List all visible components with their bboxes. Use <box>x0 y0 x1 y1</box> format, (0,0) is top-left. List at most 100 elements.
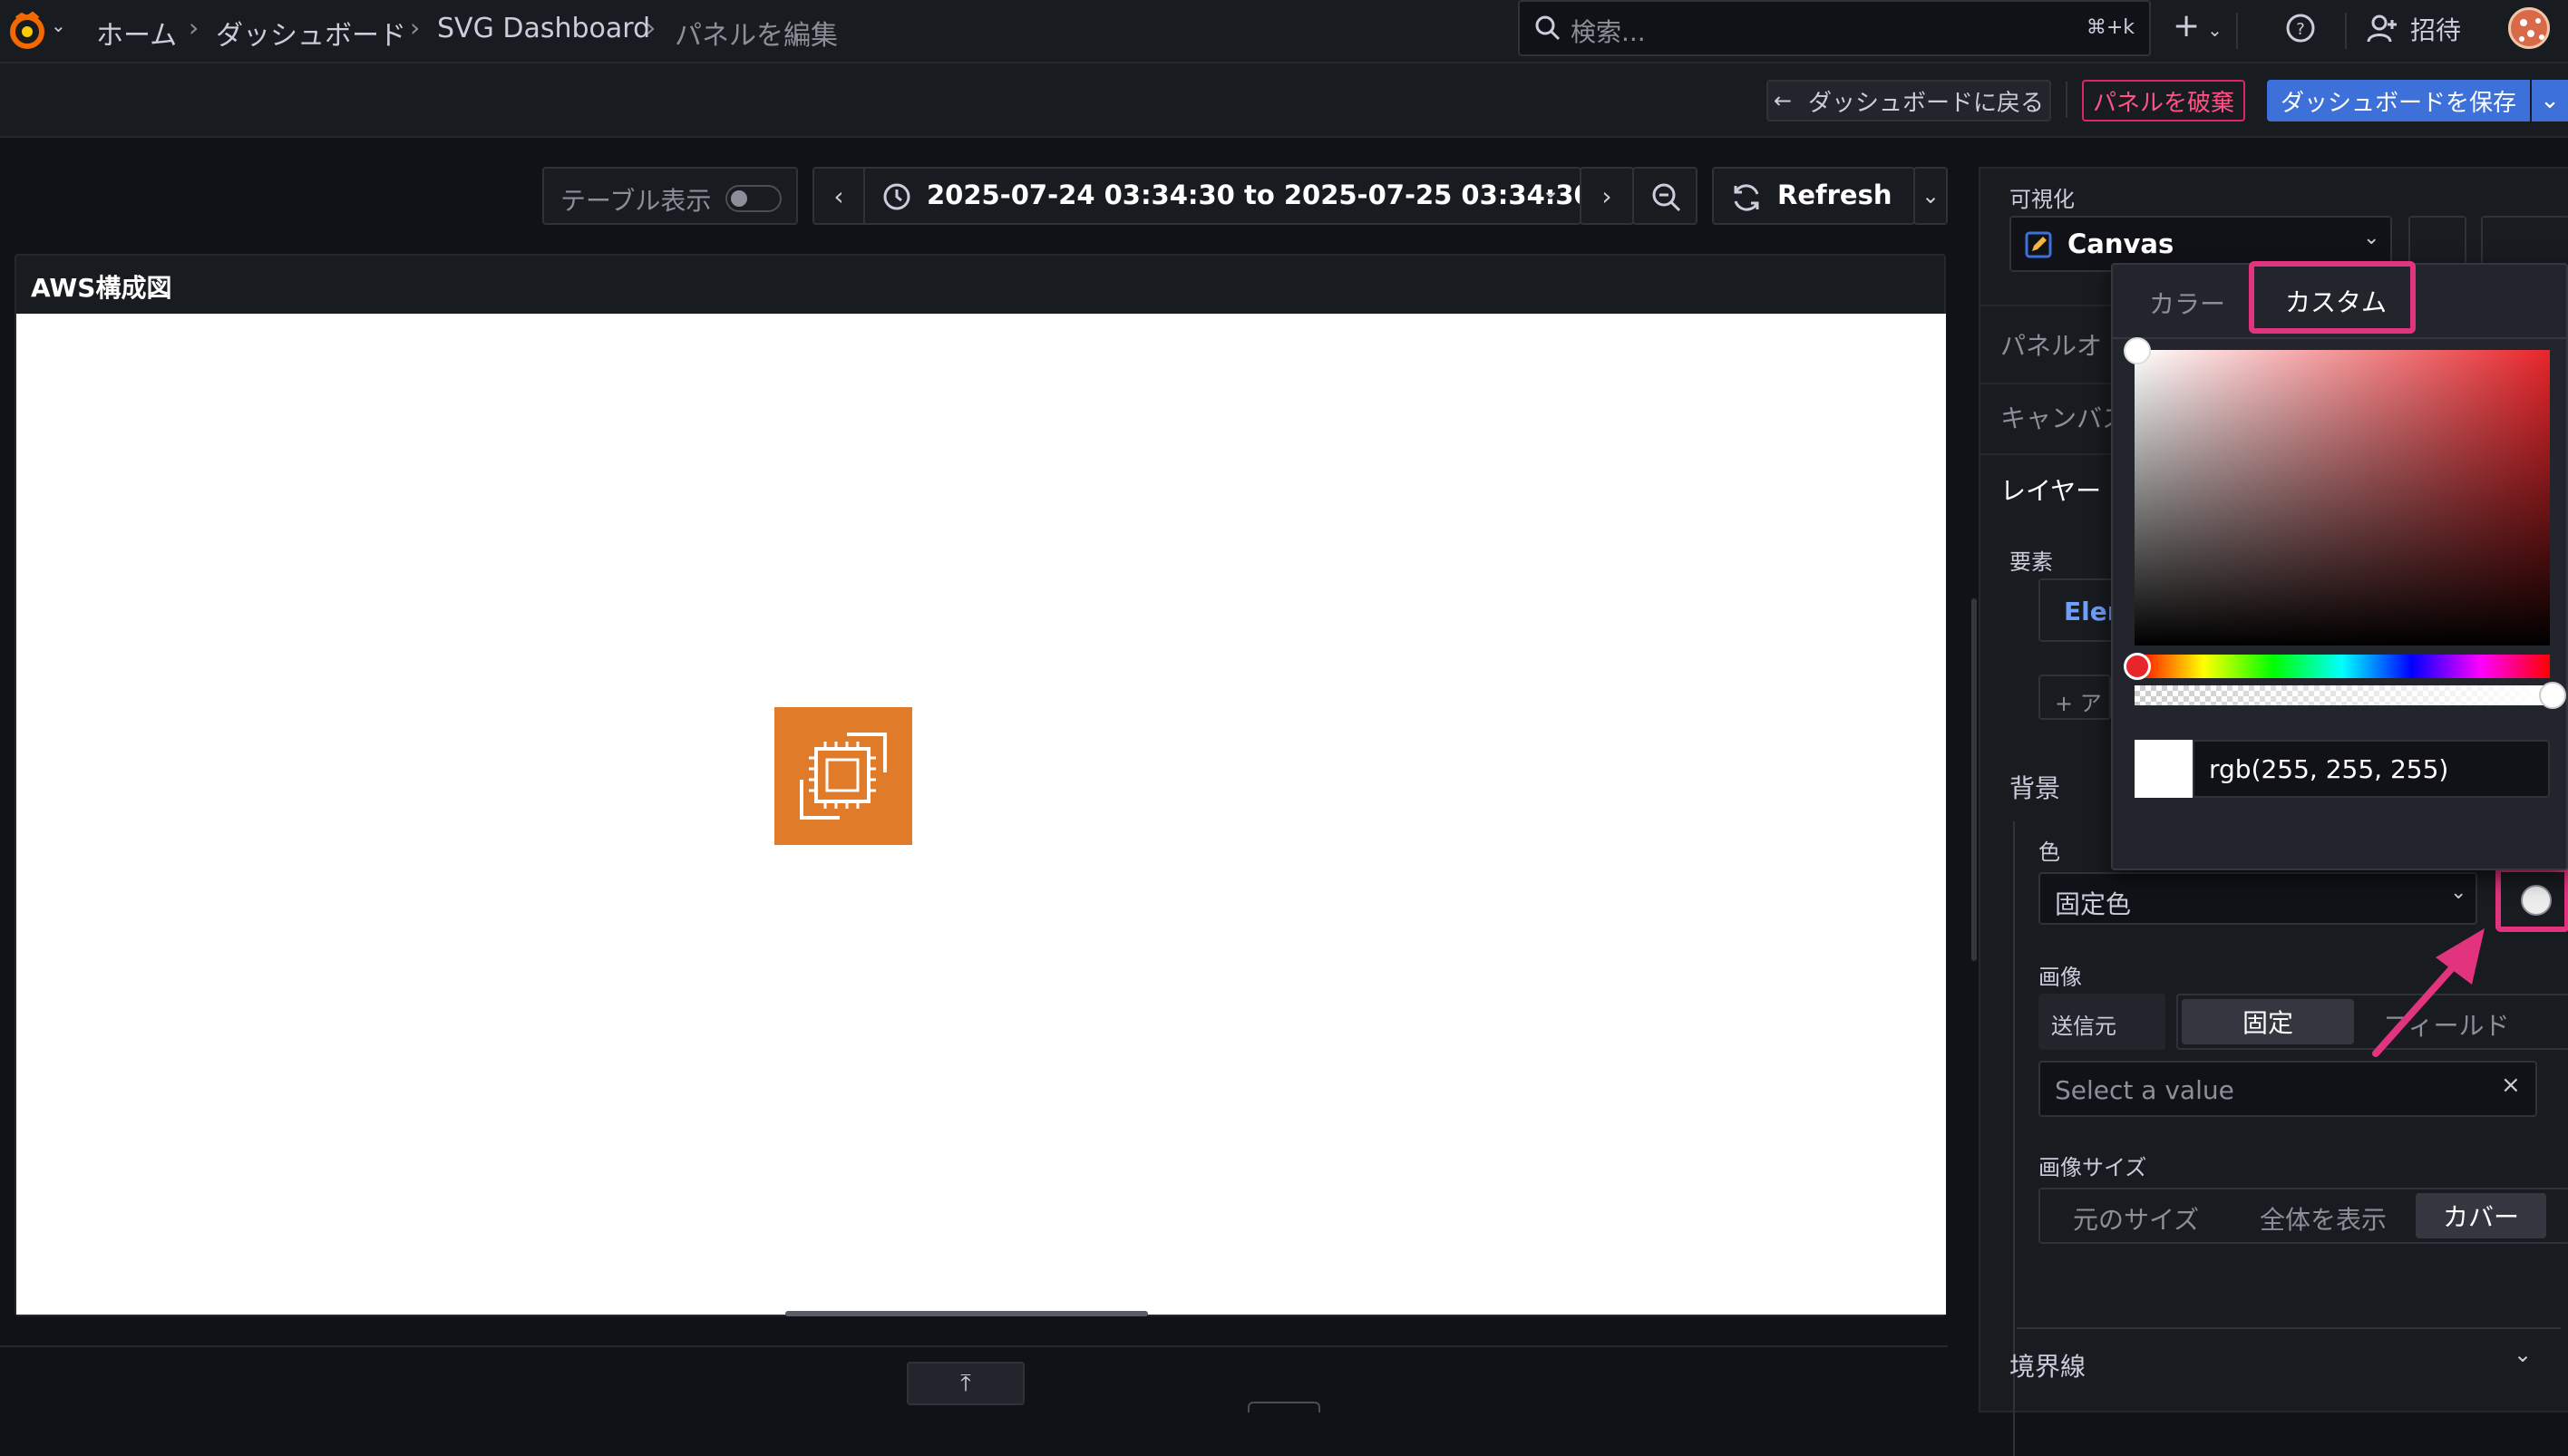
time-forward-button[interactable]: › <box>1580 167 1634 225</box>
size-original-option[interactable]: 元のサイズ <box>2073 1200 2199 1237</box>
svg-text:?: ? <box>2296 20 2305 39</box>
save-label: ダッシュボードを保存 <box>2280 89 2516 117</box>
breadcrumb-separator: › <box>646 13 657 43</box>
add-element-label: + ア <box>2055 691 2102 716</box>
breadcrumb-home[interactable]: ホーム <box>96 13 177 53</box>
save-dashboard-button[interactable]: ダッシュボードを保存 <box>2267 80 2530 121</box>
logo-chevron-down-icon[interactable]: ⌄ <box>51 15 66 36</box>
layer-section[interactable]: レイヤー <box>2000 471 2101 508</box>
invite-icon <box>2367 13 2398 44</box>
zoom-out-button[interactable] <box>1632 167 1697 225</box>
breadcrumb-dashboard[interactable]: SVG Dashboard <box>437 13 650 44</box>
breadcrumb-separator: › <box>410 13 421 43</box>
color-mode-chevron-down-icon: ⌄ <box>2450 881 2467 904</box>
time-range-chevron-down-icon: ⌄ <box>1542 178 1561 203</box>
viz-chevron-down-icon: ⌄ <box>2363 227 2380 249</box>
annotation-arrow <box>2372 928 2485 1057</box>
hue-handle[interactable] <box>2124 653 2151 680</box>
color-picker-popover: カラー カスタム rgb(255, 255, 255) <box>2111 261 2568 870</box>
ec2-icon[interactable] <box>774 707 912 845</box>
invite-button[interactable]: 招待 <box>2367 11 2479 47</box>
source-fixed-option[interactable]: 固定 <box>2182 999 2354 1044</box>
search-shortcut: ⌘+k <box>2086 16 2135 39</box>
image-size-label: 画像サイズ <box>2038 1155 2147 1180</box>
section-divider <box>2017 1327 2561 1329</box>
help-icon[interactable]: ? <box>2285 13 2316 44</box>
canvas-scrollbar[interactable] <box>785 1311 1148 1316</box>
color-label: 色 <box>2038 840 2060 865</box>
pencil-icon <box>2024 230 2053 259</box>
pane-resize-handle[interactable] <box>1971 598 1977 961</box>
back-to-dashboard-button[interactable]: ← ダッシュボードに戻る <box>1766 80 2051 121</box>
breadcrumb-separator: › <box>189 13 199 43</box>
saturation-area[interactable] <box>2135 350 2550 645</box>
color-value: rgb(255, 255, 255) <box>2209 754 2449 784</box>
border-chevron-down-icon[interactable]: ⌄ <box>2514 1342 2532 1367</box>
canvas-section[interactable]: キャンバス <box>2000 399 2127 435</box>
image-label: 画像 <box>2038 965 2082 990</box>
source-label: 送信元 <box>2051 1014 2116 1039</box>
divider <box>2236 13 2238 49</box>
panel-options-section[interactable]: パネルオ <box>2000 326 2102 363</box>
search-input[interactable]: 検索... ⌘+k <box>1518 0 2151 56</box>
color-value-input[interactable]: rgb(255, 255, 255) <box>2193 740 2550 798</box>
time-range-picker[interactable]: ‹ 2025-07-24 03:34:30 to 2025-07-25 03:3… <box>812 167 1592 225</box>
tab-underline <box>2113 337 2568 339</box>
panel-bottom-bar <box>0 1345 1948 1347</box>
panel-title: AWS構成図 <box>31 273 172 303</box>
top-navbar: ⌄ ホーム › ダッシュボード › SVG Dashboard › パネルを編集… <box>0 0 2568 63</box>
time-back-button[interactable]: ‹ <box>814 169 865 223</box>
size-contain-option[interactable]: 全体を表示 <box>2260 1200 2387 1237</box>
discard-label: パネルを破棄 <box>2092 89 2234 117</box>
color-swatch-button[interactable] <box>2521 885 2552 916</box>
canvas-area[interactable] <box>16 314 1946 1315</box>
elements-label: 要素 <box>2009 549 2053 575</box>
refresh-icon <box>1730 181 1763 214</box>
refresh-interval-chevron-down-icon[interactable]: ⌄ <box>1913 167 1948 225</box>
time-range-label: 2025-07-24 03:34:30 to 2025-07-25 03:34:… <box>927 180 1592 210</box>
back-label: ダッシュボードに戻る <box>1808 89 2045 117</box>
source-label-box: 送信元 <box>2038 994 2165 1050</box>
viz-name: Canvas <box>2067 228 2174 259</box>
viz-section-label: 可視化 <box>2009 187 2075 212</box>
new-button[interactable]: + ⌄ <box>2173 7 2223 44</box>
breadcrumb-current: パネルを編集 <box>675 20 838 52</box>
add-element-button[interactable]: + ア <box>2038 675 2111 720</box>
tab-colors[interactable]: カラー <box>2149 285 2225 321</box>
grafana-logo-icon[interactable] <box>5 9 49 53</box>
clock-icon <box>881 181 912 212</box>
color-mode-value: 固定色 <box>2055 889 2132 919</box>
refresh-label: Refresh <box>1777 180 1892 210</box>
image-select-placeholder: Select a value <box>2055 1075 2234 1105</box>
size-cover-label: カバー <box>2442 1202 2519 1232</box>
color-preview-swatch <box>2135 740 2193 798</box>
avatar[interactable] <box>2508 7 2550 49</box>
scroll-top-button[interactable]: ⤒ <box>907 1362 1025 1405</box>
splitter-handle[interactable] <box>1248 1402 1320 1412</box>
close-icon[interactable]: × <box>2501 1072 2521 1099</box>
arrow-left-icon: ← <box>1773 88 1793 113</box>
search-placeholder: 検索... <box>1571 17 1646 47</box>
saturation-handle[interactable] <box>2124 337 2151 364</box>
source-fixed-label: 固定 <box>2242 1008 2293 1038</box>
background-section-label: 背景 <box>2009 773 2061 803</box>
invite-label: 招待 <box>2410 15 2462 45</box>
divider <box>2066 82 2067 118</box>
table-view-toggle[interactable]: テーブル表示 <box>542 167 798 225</box>
zoom-out-icon <box>1650 181 1683 214</box>
size-cover-option[interactable]: カバー <box>2416 1193 2546 1238</box>
search-icon <box>1534 15 1561 42</box>
hue-slider[interactable] <box>2135 655 2550 678</box>
border-section[interactable]: 境界線 <box>2009 1347 2086 1383</box>
table-view-label: テーブル表示 <box>560 186 712 216</box>
save-options-chevron-down-icon[interactable]: ⌄ <box>2532 80 2568 121</box>
edit-action-bar: ← ダッシュボードに戻る パネルを破棄 ダッシュボードを保存 ⌄ <box>0 63 2568 138</box>
divider <box>2345 13 2347 49</box>
alpha-slider[interactable] <box>2135 685 2550 705</box>
discard-panel-button[interactable]: パネルを破棄 <box>2082 80 2245 121</box>
alpha-handle[interactable] <box>2539 682 2566 709</box>
tab-custom[interactable]: カスタム <box>2285 283 2387 319</box>
refresh-button[interactable]: Refresh <box>1712 167 1915 225</box>
toggle-switch[interactable] <box>725 185 782 212</box>
breadcrumb-dashboards[interactable]: ダッシュボード <box>216 13 406 53</box>
